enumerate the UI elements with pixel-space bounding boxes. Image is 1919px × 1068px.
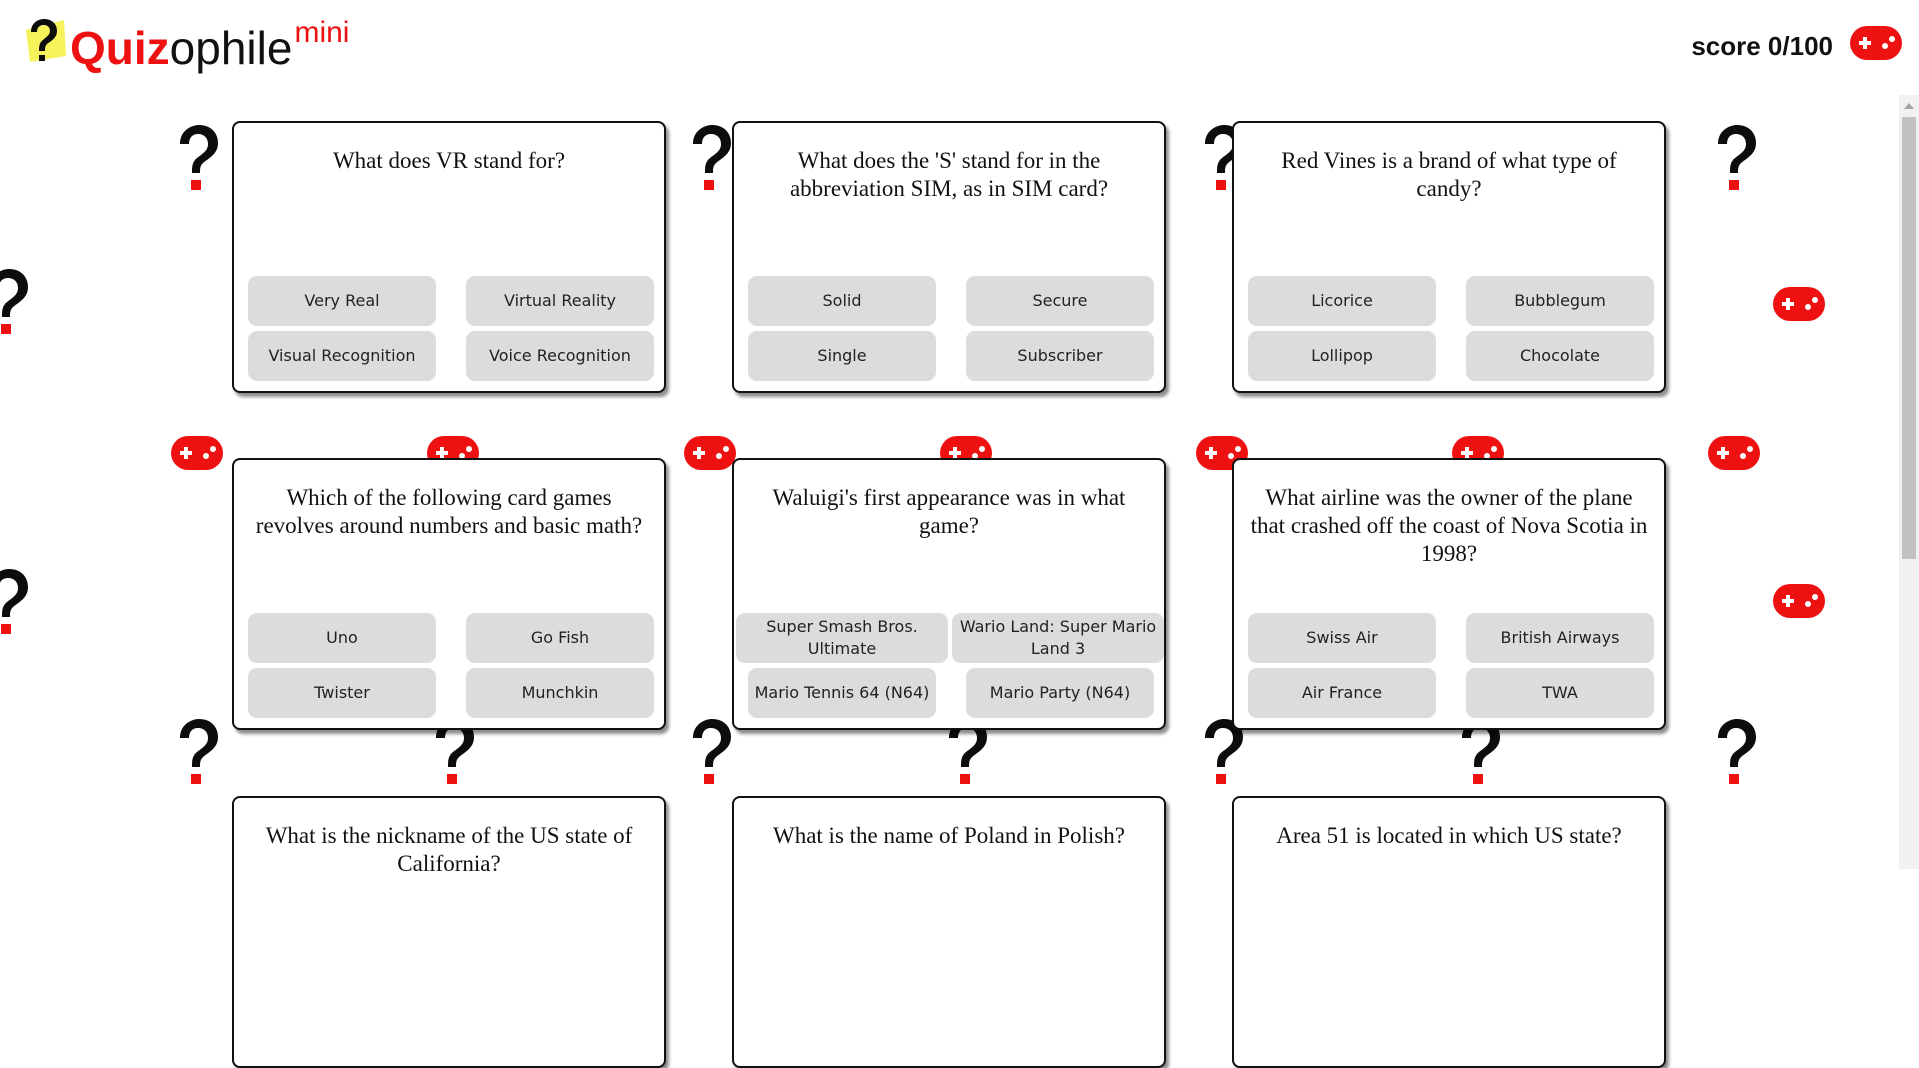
question-text: What is the nickname of the US state of … xyxy=(265,823,633,876)
question-text: What does VR stand for? xyxy=(332,148,566,173)
question-text: What does the 'S' stand for in the abbre… xyxy=(789,148,1109,201)
logo-ophile-text: ophile xyxy=(169,22,293,74)
answer-button[interactable]: Visual Recognition xyxy=(248,331,436,381)
quiz-card: What airline was the owner of the plane … xyxy=(1232,458,1666,730)
answer-grid: Very Real Virtual Reality Visual Recogni… xyxy=(248,276,654,381)
answer-button[interactable]: Air France xyxy=(1248,668,1436,718)
question-mark-icon xyxy=(24,16,68,74)
answer-button[interactable]: Licorice xyxy=(1248,276,1436,326)
gamepad-icon xyxy=(171,436,223,474)
gamepad-icon xyxy=(1773,287,1825,325)
answer-button[interactable]: Solid xyxy=(748,276,936,326)
question-mark-icon xyxy=(685,718,735,788)
answer-button[interactable]: Swiss Air xyxy=(1248,613,1436,663)
answer-button[interactable]: Subscriber xyxy=(966,331,1154,381)
logo-quiz-text: Quiz xyxy=(70,22,170,74)
quiz-card: Waluigi's first appearance was in what g… xyxy=(732,458,1166,730)
answer-button[interactable]: Twister xyxy=(248,668,436,718)
answer-button[interactable]: Virtual Reality xyxy=(466,276,654,326)
answer-button[interactable]: Mario Party (N64) xyxy=(966,668,1154,718)
answer-button[interactable]: Bubblegum xyxy=(1466,276,1654,326)
question-mark-icon xyxy=(0,268,32,338)
quiz-card: What does the 'S' stand for in the abbre… xyxy=(732,121,1166,393)
answer-grid: Uno Go Fish Twister Munchkin xyxy=(248,613,654,718)
answer-button[interactable]: Lollipop xyxy=(1248,331,1436,381)
answer-grid: Super Smash Bros. Ultimate Wario Land: S… xyxy=(736,613,1164,718)
answer-grid: Solid Secure Single Subscriber xyxy=(748,276,1154,381)
header: Quizophile mini score 0/100 xyxy=(0,0,1919,95)
answer-grid: Licorice Bubblegum Lollipop Chocolate xyxy=(1248,276,1654,381)
question-text: Area 51 is located in which US state? xyxy=(1276,823,1622,848)
question-mark-icon xyxy=(685,124,735,194)
scrollbar-thumb[interactable] xyxy=(1902,117,1916,559)
quiz-card: What is the nickname of the US state of … xyxy=(232,796,666,1068)
question-mark-icon xyxy=(1710,124,1760,194)
answer-button[interactable]: Secure xyxy=(966,276,1154,326)
answer-button[interactable]: British Airways xyxy=(1466,613,1654,663)
gamepad-icon xyxy=(1773,584,1825,622)
answer-button[interactable]: Munchkin xyxy=(466,668,654,718)
score-display: score 0/100 xyxy=(1691,31,1833,61)
scroll-up-arrow-icon[interactable] xyxy=(1904,103,1914,109)
logo-wordmark: Quizophile xyxy=(70,16,292,80)
answer-button[interactable]: TWA xyxy=(1466,668,1654,718)
app-logo[interactable]: Quizophile mini xyxy=(24,16,349,80)
question-mark-icon xyxy=(0,568,32,638)
answer-button[interactable]: Single xyxy=(748,331,936,381)
quiz-card: Which of the following card games revolv… xyxy=(232,458,666,730)
quiz-card: What does VR stand for? Very Real Virtua… xyxy=(232,121,666,393)
question-text: What airline was the owner of the plane … xyxy=(1250,485,1648,566)
quiz-card: Red Vines is a brand of what type of can… xyxy=(1232,121,1666,393)
answer-button[interactable]: Super Smash Bros. Ultimate xyxy=(736,613,948,663)
answer-button[interactable]: Voice Recognition xyxy=(466,331,654,381)
question-text: Which of the following card games revolv… xyxy=(255,485,643,538)
question-mark-icon xyxy=(1710,718,1760,788)
answer-button[interactable]: Very Real xyxy=(248,276,436,326)
question-mark-icon xyxy=(172,718,222,788)
gamepad-icon xyxy=(684,436,736,474)
gamepad-icon xyxy=(1708,436,1760,474)
question-mark-icon xyxy=(172,124,222,194)
answer-button[interactable]: Go Fish xyxy=(466,613,654,663)
question-text: What is the name of Poland in Polish? xyxy=(773,823,1125,848)
question-text: Red Vines is a brand of what type of can… xyxy=(1281,148,1617,201)
vertical-scrollbar[interactable] xyxy=(1899,95,1919,869)
quiz-card: Area 51 is located in which US state? xyxy=(1232,796,1666,1068)
answer-button[interactable]: Uno xyxy=(248,613,436,663)
quiz-card: What is the name of Poland in Polish? xyxy=(732,796,1166,1068)
answer-button[interactable]: Chocolate xyxy=(1466,331,1654,381)
logo-mini-text: mini xyxy=(294,16,350,49)
gamepad-icon[interactable] xyxy=(1850,26,1902,64)
answer-button[interactable]: Mario Tennis 64 (N64) xyxy=(748,668,936,718)
answer-grid: Swiss Air British Airways Air France TWA xyxy=(1248,613,1654,718)
question-text: Waluigi's first appearance was in what g… xyxy=(772,485,1126,538)
answer-button[interactable]: Wario Land: Super Mario Land 3 xyxy=(952,613,1164,663)
